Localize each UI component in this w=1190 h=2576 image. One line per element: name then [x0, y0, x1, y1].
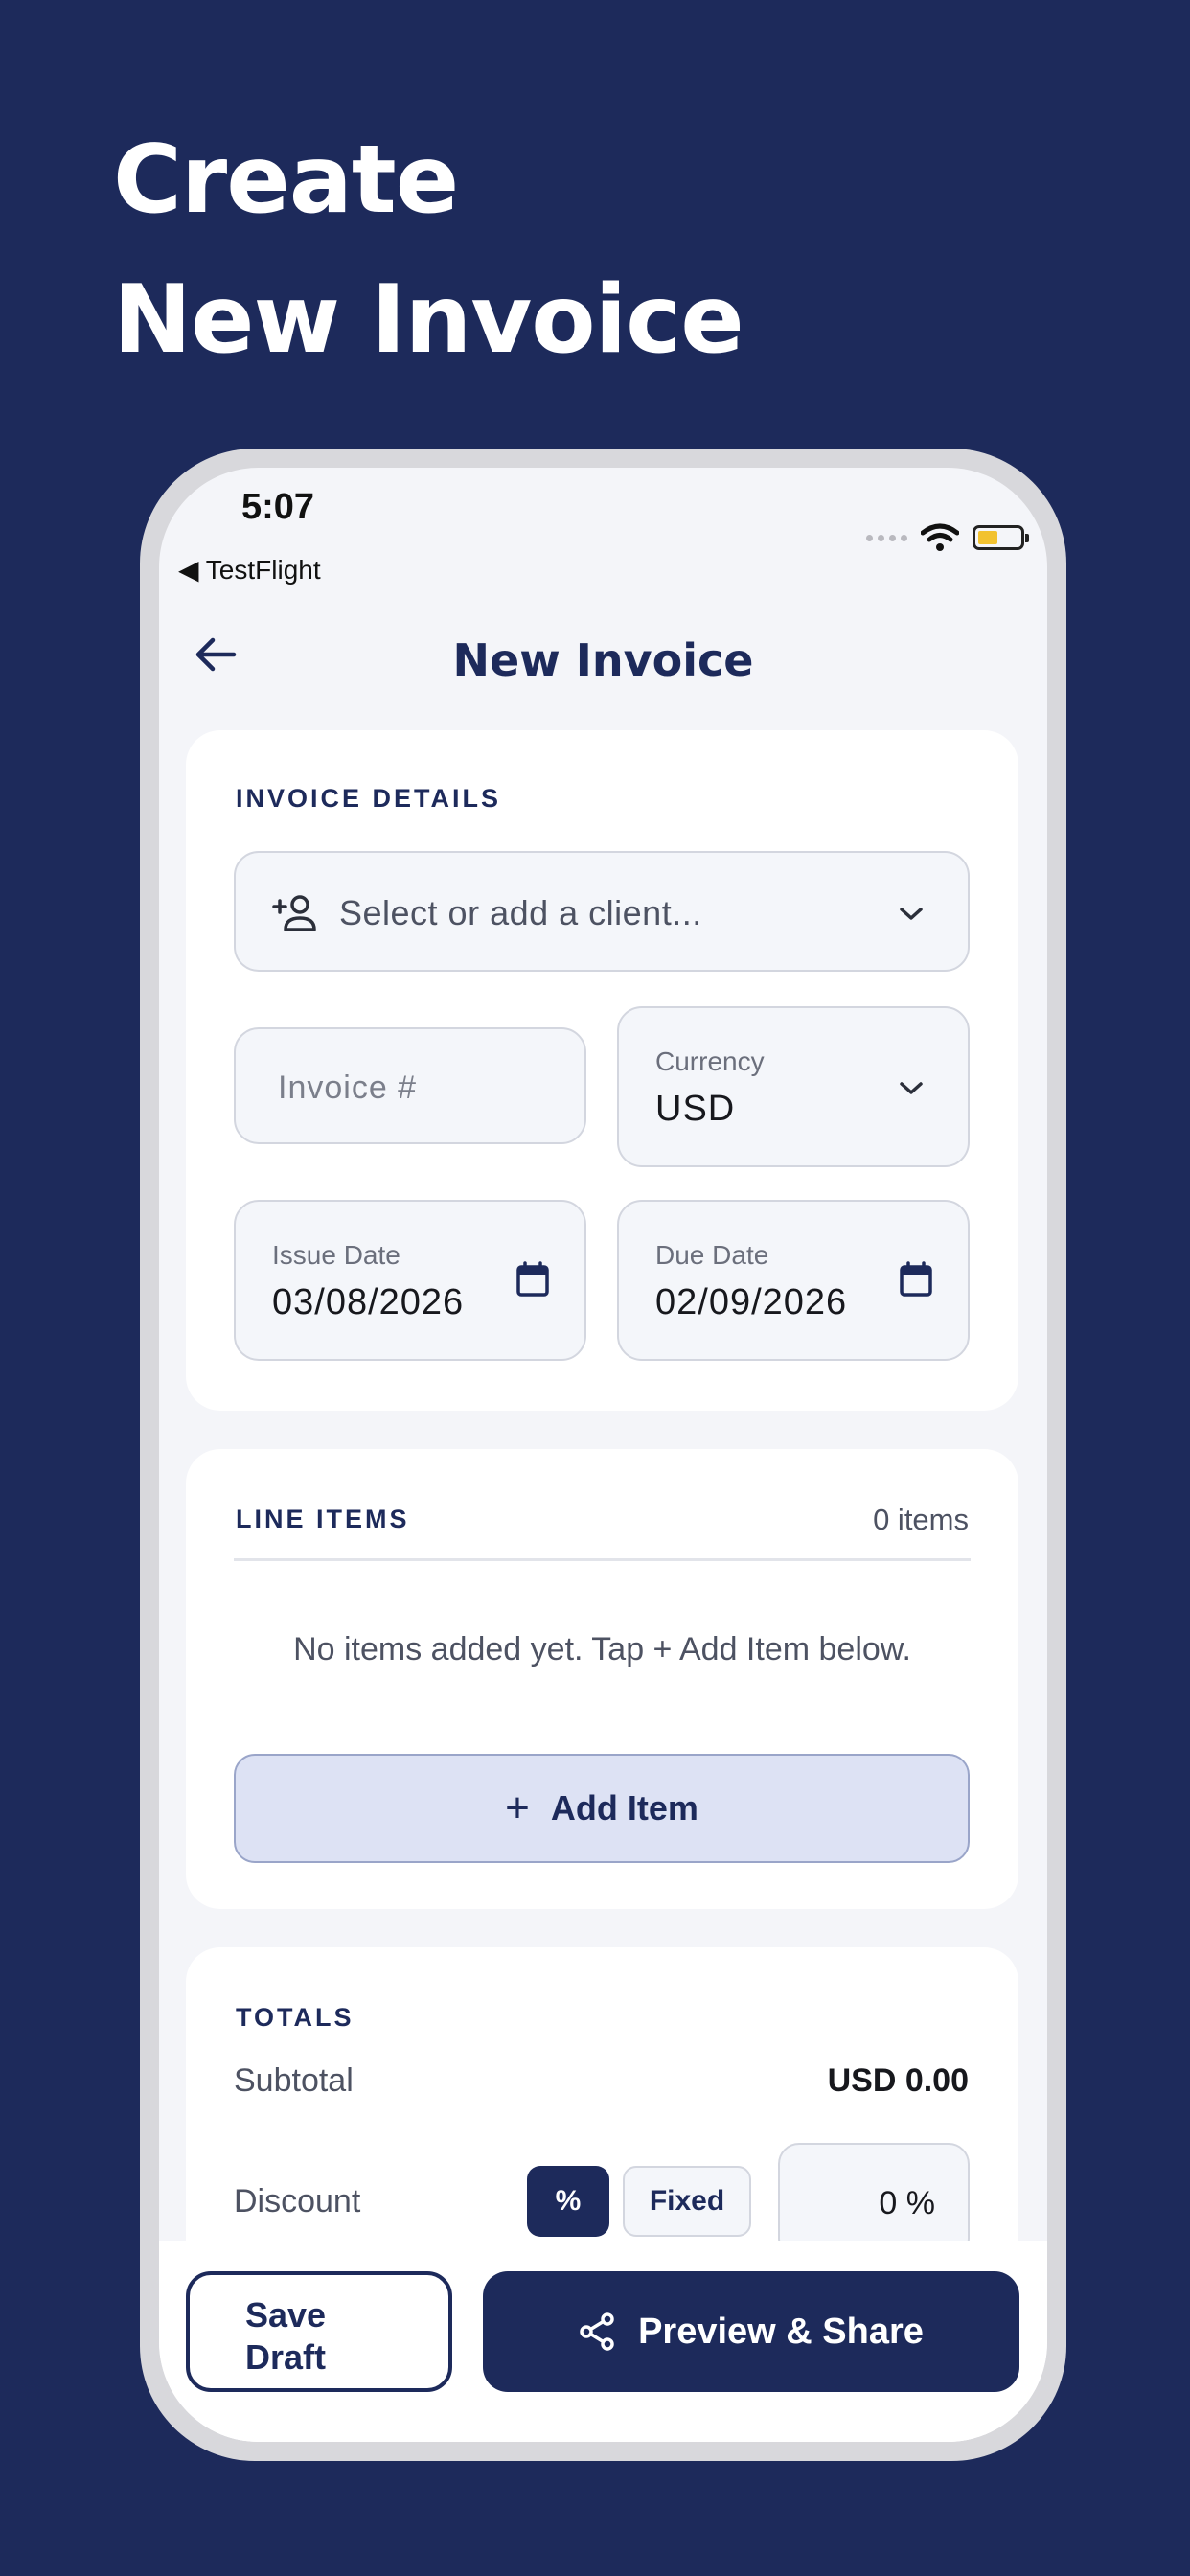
discount-fixed-toggle[interactable]: Fixed — [623, 2166, 751, 2237]
calendar-icon[interactable] — [515, 1261, 550, 1298]
status-indicators — [866, 523, 1029, 552]
add-person-icon — [272, 895, 316, 932]
due-date-value: 02/09/2026 — [655, 1282, 848, 1322]
chevron-down-icon — [900, 1082, 923, 1094]
issue-date-label: Issue Date — [272, 1240, 400, 1270]
preview-share-button[interactable]: Preview & Share — [483, 2271, 1019, 2392]
chevron-down-icon — [900, 908, 923, 920]
add-item-button[interactable]: + Add Item — [234, 1754, 970, 1863]
discount-label: Discount — [234, 2183, 361, 2220]
invoice-number-placeholder: Invoice # — [278, 1070, 418, 1106]
subtotal-label: Subtotal — [234, 2062, 354, 2099]
client-placeholder: Select or add a client... — [339, 893, 702, 932]
app-screen: 5:07 ◀ TestFlight New Invoice INVOICE DE… — [159, 468, 1047, 2442]
discount-value: 0 % — [879, 2185, 935, 2221]
save-draft-label-line1: Save — [245, 2295, 327, 2334]
due-date-label: Due Date — [655, 1240, 769, 1270]
empty-items-message: No items added yet. Tap + Add Item below… — [293, 1631, 911, 1668]
invoice-details-label: INVOICE DETAILS — [236, 784, 502, 813]
currency-select[interactable]: Currency USD — [617, 1006, 970, 1167]
nav-bar: New Invoice — [159, 602, 1047, 707]
currency-value: USD — [655, 1089, 736, 1129]
signal-dots-icon — [866, 534, 907, 541]
preview-share-label: Preview & Share — [638, 2311, 924, 2352]
discount-percent-toggle[interactable]: % — [527, 2166, 609, 2237]
items-count: 0 items — [873, 1503, 969, 1536]
invoice-details-card: INVOICE DETAILS Select or add a client..… — [186, 730, 1018, 1411]
invoice-number-input[interactable]: Invoice # — [234, 1027, 586, 1144]
testflight-back-link[interactable]: ◀ TestFlight — [178, 554, 321, 586]
add-item-label: Add Item — [550, 1788, 698, 1828]
share-icon — [580, 2312, 614, 2351]
line-items-label: LINE ITEMS — [236, 1505, 410, 1533]
due-date-field[interactable]: Due Date 02/09/2026 — [617, 1200, 970, 1361]
hero-heading: Create New Invoice — [113, 110, 744, 390]
client-select[interactable]: Select or add a client... — [234, 851, 970, 972]
bottom-action-bar: Save Draft Preview & Share — [159, 2241, 1047, 2442]
calendar-icon[interactable] — [899, 1261, 933, 1298]
line-items-card: LINE ITEMS 0 items No items added yet. T… — [186, 1449, 1018, 1909]
subtotal-value: USD 0.00 — [827, 2062, 969, 2099]
battery-icon — [973, 525, 1029, 550]
page-title: New Invoice — [452, 634, 754, 686]
issue-date-field[interactable]: Issue Date 03/08/2026 — [234, 1200, 586, 1361]
currency-label: Currency — [655, 1046, 765, 1076]
save-draft-button[interactable]: Save Draft — [186, 2271, 452, 2392]
wifi-icon — [921, 523, 959, 551]
save-draft-label-line2: Draft — [245, 2337, 327, 2377]
plus-icon: + — [505, 1784, 530, 1831]
section-divider — [234, 1558, 971, 1561]
hero-line-1: Create — [113, 126, 459, 235]
totals-label: TOTALS — [236, 2003, 355, 2032]
status-time: 5:07 — [241, 487, 315, 527]
phone-frame: 5:07 ◀ TestFlight New Invoice INVOICE DE… — [140, 448, 1066, 2461]
issue-date-value: 03/08/2026 — [272, 1282, 465, 1322]
hero-line-2: New Invoice — [113, 265, 744, 375]
